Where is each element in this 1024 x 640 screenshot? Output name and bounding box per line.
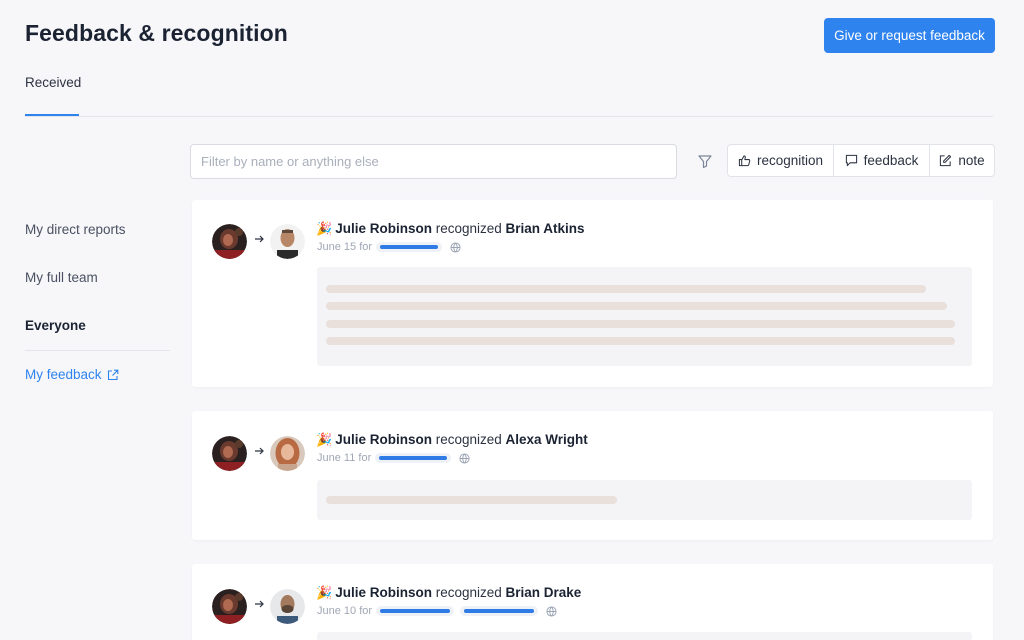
action-verb: recognized: [435, 585, 502, 600]
note-button[interactable]: note: [930, 145, 994, 176]
card-date: June 11: [317, 452, 356, 464]
party-popper-icon: 🎉: [316, 221, 333, 236]
placeholder-line: [326, 496, 617, 504]
my-feedback-link-label: My feedback: [25, 367, 102, 382]
giver-name[interactable]: Julie Robinson: [335, 221, 432, 236]
sidebar-item-my-full-team[interactable]: My full team: [25, 270, 98, 285]
globe-icon: [450, 241, 461, 253]
action-verb: recognized: [435, 221, 502, 236]
placeholder-line: [326, 320, 955, 328]
my-feedback-link[interactable]: My feedback: [25, 367, 119, 382]
thumbs-up-icon: [738, 155, 751, 167]
avatar: [212, 224, 247, 259]
speech-bubble-icon: [845, 154, 857, 167]
avatar: [270, 224, 305, 259]
placeholder-line: [326, 285, 926, 293]
sidebar-item-everyone[interactable]: Everyone: [25, 318, 86, 333]
edit-icon: [940, 154, 952, 167]
message-placeholder: [317, 632, 972, 640]
page-title: Feedback & recognition: [25, 20, 288, 46]
card-date: June 10: [317, 605, 357, 617]
for-label: for: [358, 452, 372, 464]
search-input[interactable]: [190, 144, 677, 179]
feed-card[interactable]: 🎉 Julie Robinson recognized Brian Drake J…: [192, 564, 993, 640]
arrow-right-icon: [255, 235, 264, 243]
message-placeholder: [317, 480, 972, 520]
placeholder-line: [326, 337, 955, 345]
feed-card[interactable]: 🎉 Julie Robinson recognized Brian Atkins …: [192, 200, 993, 387]
feedback-button[interactable]: feedback: [834, 145, 930, 176]
card-meta: June 10 for: [317, 605, 557, 617]
recipient-name[interactable]: Brian Drake: [506, 585, 582, 600]
value-tag[interactable]: [460, 606, 539, 616]
party-popper-icon: 🎉: [316, 585, 333, 600]
value-tag[interactable]: [376, 606, 455, 616]
external-link-icon: [107, 369, 118, 380]
avatar: [270, 589, 305, 624]
card-headline: 🎉 Julie Robinson recognized Brian Drake: [316, 585, 581, 601]
for-label: for: [359, 241, 373, 253]
value-tag[interactable]: [375, 453, 452, 463]
placeholder-line: [326, 302, 947, 310]
recognition-button-label: recognition: [756, 153, 824, 168]
giver-name[interactable]: Julie Robinson: [335, 585, 432, 600]
card-meta: June 11 for: [317, 452, 470, 464]
filter-icon[interactable]: [697, 153, 713, 169]
tab-received[interactable]: Received: [25, 75, 81, 90]
action-verb: recognized: [435, 432, 502, 447]
avatar: [212, 436, 247, 471]
add-entry-button-group: recognition feedback note: [727, 144, 995, 177]
sidebar-divider: [25, 350, 170, 351]
sidebar-item-my-direct-reports[interactable]: My direct reports: [25, 222, 126, 237]
recognition-button[interactable]: recognition: [728, 145, 834, 176]
for-label: for: [359, 605, 373, 617]
recipient-name[interactable]: Alexa Wright: [506, 432, 588, 447]
party-popper-icon: 🎉: [316, 432, 333, 447]
globe-icon: [546, 605, 557, 617]
tabs-divider: [25, 116, 993, 117]
card-headline: 🎉 Julie Robinson recognized Brian Atkins: [316, 221, 585, 237]
giver-name[interactable]: Julie Robinson: [335, 432, 432, 447]
avatar: [270, 436, 305, 471]
arrow-right-icon: [255, 600, 264, 608]
feedback-button-label: feedback: [863, 153, 919, 168]
recipient-name[interactable]: Brian Atkins: [506, 221, 585, 236]
value-tag[interactable]: [376, 242, 443, 252]
globe-icon: [459, 452, 470, 464]
card-headline: 🎉 Julie Robinson recognized Alexa Wright: [316, 432, 588, 448]
arrow-right-icon: [255, 447, 264, 455]
give-or-request-feedback-button[interactable]: Give or request feedback: [824, 18, 995, 53]
message-placeholder: [317, 267, 972, 366]
card-date: June 15: [317, 241, 357, 253]
note-button-label: note: [958, 153, 985, 168]
avatar: [212, 589, 247, 624]
feed-card[interactable]: 🎉 Julie Robinson recognized Alexa Wright …: [192, 411, 993, 540]
card-meta: June 15 for: [317, 241, 461, 253]
